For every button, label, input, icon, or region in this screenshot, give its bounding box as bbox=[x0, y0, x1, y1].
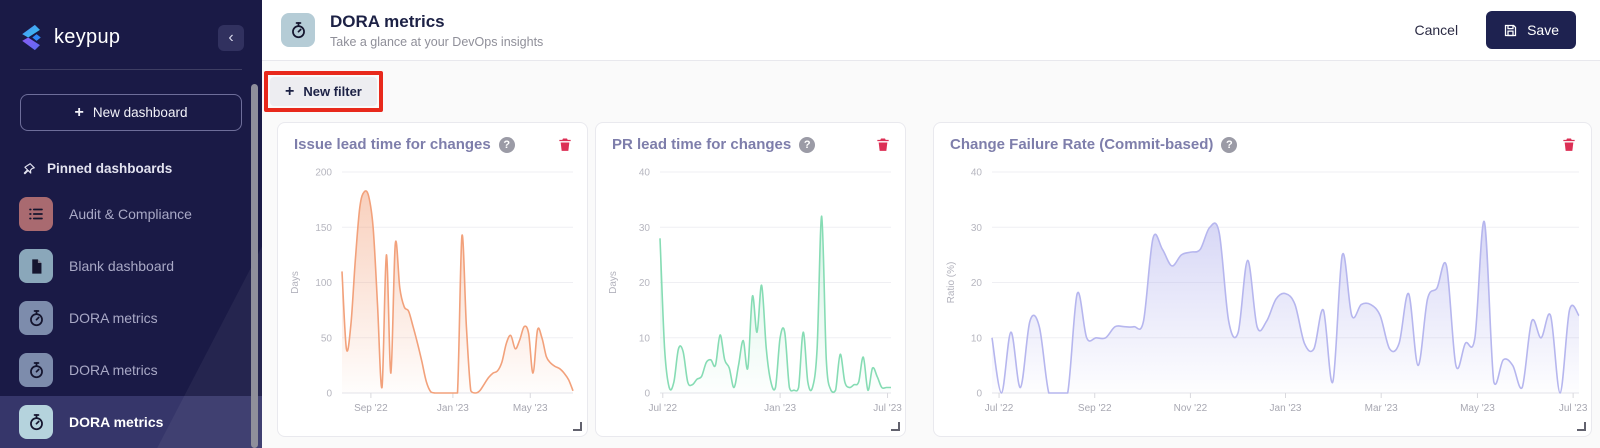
logo-text: keypup bbox=[54, 26, 120, 49]
svg-text:100: 100 bbox=[315, 278, 332, 289]
svg-text:Jan '23: Jan '23 bbox=[764, 403, 796, 414]
svg-text:Jul '23: Jul '23 bbox=[1559, 403, 1588, 414]
sidebar-item-dora-metrics[interactable]: DORA metrics bbox=[0, 344, 262, 396]
svg-text:20: 20 bbox=[971, 278, 983, 289]
resize-handle[interactable] bbox=[573, 422, 582, 431]
svg-text:10: 10 bbox=[639, 333, 651, 344]
pinned-dashboards-label: Pinned dashboards bbox=[47, 161, 172, 176]
help-icon[interactable]: ? bbox=[799, 137, 815, 153]
save-icon bbox=[1503, 23, 1518, 38]
svg-text:Jul '22: Jul '22 bbox=[985, 403, 1014, 414]
svg-text:May '23: May '23 bbox=[513, 403, 548, 414]
svg-text:20: 20 bbox=[639, 278, 651, 289]
sidebar: keypup ‹ + New dashboard Pinned dashboar… bbox=[0, 0, 262, 448]
chart-card-1: PR lead time for changes ? 0 10 20 30 40 Days… bbox=[595, 122, 906, 437]
svg-text:Jul '22: Jul '22 bbox=[648, 403, 677, 414]
trash-icon[interactable] bbox=[875, 136, 891, 153]
pinned-dashboards-header: Pinned dashboards bbox=[0, 131, 262, 188]
chart-title: Change Failure Rate (Commit-based) bbox=[950, 136, 1213, 153]
svg-text:40: 40 bbox=[639, 168, 651, 179]
svg-text:10: 10 bbox=[971, 333, 983, 344]
plus-icon: + bbox=[285, 84, 294, 100]
svg-text:Sep '22: Sep '22 bbox=[354, 403, 388, 414]
area-chart: 0 10 20 30 40 Days Jul '22 Jan '23 Jul '23 bbox=[596, 158, 905, 427]
svg-text:0: 0 bbox=[644, 389, 650, 400]
new-filter-button[interactable]: + New filter bbox=[270, 77, 377, 106]
svg-text:0: 0 bbox=[326, 389, 332, 400]
svg-text:150: 150 bbox=[315, 223, 332, 234]
help-icon[interactable]: ? bbox=[499, 137, 515, 153]
stopwatch-icon bbox=[19, 353, 53, 387]
cancel-button[interactable]: Cancel bbox=[1414, 22, 1458, 38]
page-subtitle: Take a glance at your DevOps insights bbox=[330, 35, 543, 49]
stopwatch-icon bbox=[19, 405, 53, 439]
svg-text:30: 30 bbox=[971, 223, 983, 234]
new-dashboard-button[interactable]: + New dashboard bbox=[20, 94, 242, 131]
sidebar-item-audit-compliance[interactable]: Audit & Compliance bbox=[0, 188, 262, 240]
sidebar-item-label: DORA metrics bbox=[69, 310, 158, 326]
chart-title: Issue lead time for changes bbox=[294, 136, 491, 153]
stopwatch-icon bbox=[281, 13, 315, 47]
area-chart: 0 50 100 150 200 Days Sep '22 Jan '23 May '23 bbox=[278, 158, 587, 427]
app-window: keypup ‹ + New dashboard Pinned dashboar… bbox=[0, 0, 1600, 448]
new-filter-label: New filter bbox=[303, 84, 362, 99]
svg-text:Ratio (%): Ratio (%) bbox=[946, 262, 957, 304]
sidebar-item-label: Audit & Compliance bbox=[69, 206, 192, 222]
svg-text:Nov '22: Nov '22 bbox=[1174, 403, 1208, 414]
svg-text:Jul '23: Jul '23 bbox=[873, 403, 902, 414]
svg-text:50: 50 bbox=[321, 333, 333, 344]
new-dashboard-label: New dashboard bbox=[93, 105, 188, 120]
widgets-row: Issue lead time for changes ? 0501001502… bbox=[277, 122, 1592, 437]
dashboard-header: DORA metrics Take a glance at your DevOp… bbox=[262, 0, 1600, 61]
svg-text:Jan '23: Jan '23 bbox=[1270, 403, 1302, 414]
chart-card-2: Change Failure Rate (Commit-based) ? 0 10… bbox=[933, 122, 1592, 437]
sidebar-divider bbox=[20, 69, 242, 70]
vertical-scrollbar[interactable] bbox=[251, 84, 258, 448]
help-icon[interactable]: ? bbox=[1221, 137, 1237, 153]
svg-text:200: 200 bbox=[315, 168, 332, 179]
save-label: Save bbox=[1527, 22, 1559, 38]
trash-icon[interactable] bbox=[557, 136, 573, 153]
svg-text:0: 0 bbox=[976, 389, 982, 400]
svg-text:40: 40 bbox=[971, 168, 983, 179]
pinned-dashboards-list: Audit & Compliance Blank dashboard DORA me… bbox=[0, 188, 262, 448]
svg-text:Sep '22: Sep '22 bbox=[1078, 403, 1112, 414]
document-icon bbox=[19, 249, 53, 283]
trash-icon[interactable] bbox=[1561, 136, 1577, 153]
svg-text:Days: Days bbox=[290, 271, 301, 294]
sidebar-item-blank-dashboard[interactable]: Blank dashboard bbox=[0, 240, 262, 292]
area-chart: 0 10 20 30 40 Ratio (%) Jul '22 Sep '22 Nov '22 J… bbox=[934, 158, 1591, 427]
chart-card-0: Issue lead time for changes ? 0 50 100 150 2… bbox=[277, 122, 588, 437]
chevron-left-icon: ‹ bbox=[228, 29, 233, 46]
svg-text:May '23: May '23 bbox=[1460, 403, 1495, 414]
keypup-logo-icon bbox=[18, 24, 45, 51]
dashboard-content: + New filter Issue lead time for changes… bbox=[262, 61, 1600, 448]
sidebar-item-label: DORA metrics bbox=[69, 362, 158, 378]
resize-handle[interactable] bbox=[1577, 422, 1586, 431]
save-button[interactable]: Save bbox=[1486, 11, 1576, 49]
resize-handle[interactable] bbox=[891, 422, 900, 431]
plus-icon: + bbox=[75, 105, 84, 121]
sidebar-item-label: DORA metrics bbox=[69, 414, 163, 430]
pin-icon bbox=[22, 162, 36, 176]
page-title: DORA metrics bbox=[330, 12, 543, 32]
sidebar-item-label: Blank dashboard bbox=[69, 258, 174, 274]
svg-text:Days: Days bbox=[608, 271, 619, 294]
highlight-annotation: + New filter bbox=[264, 71, 383, 112]
logo-row: keypup ‹ bbox=[0, 0, 262, 63]
stopwatch-icon bbox=[19, 301, 53, 335]
list-icon bbox=[19, 197, 53, 231]
svg-text:Jan '23: Jan '23 bbox=[437, 403, 469, 414]
sidebar-item-dora-metrics[interactable]: DORA metrics bbox=[0, 292, 262, 344]
svg-text:30: 30 bbox=[639, 223, 651, 234]
chart-title: PR lead time for changes bbox=[612, 136, 791, 153]
sidebar-collapse-button[interactable]: ‹ bbox=[218, 25, 244, 51]
svg-text:Mar '23: Mar '23 bbox=[1365, 403, 1398, 414]
sidebar-item-dora-metrics[interactable]: DORA metrics bbox=[0, 396, 262, 448]
main-area: DORA metrics Take a glance at your DevOp… bbox=[262, 0, 1600, 448]
